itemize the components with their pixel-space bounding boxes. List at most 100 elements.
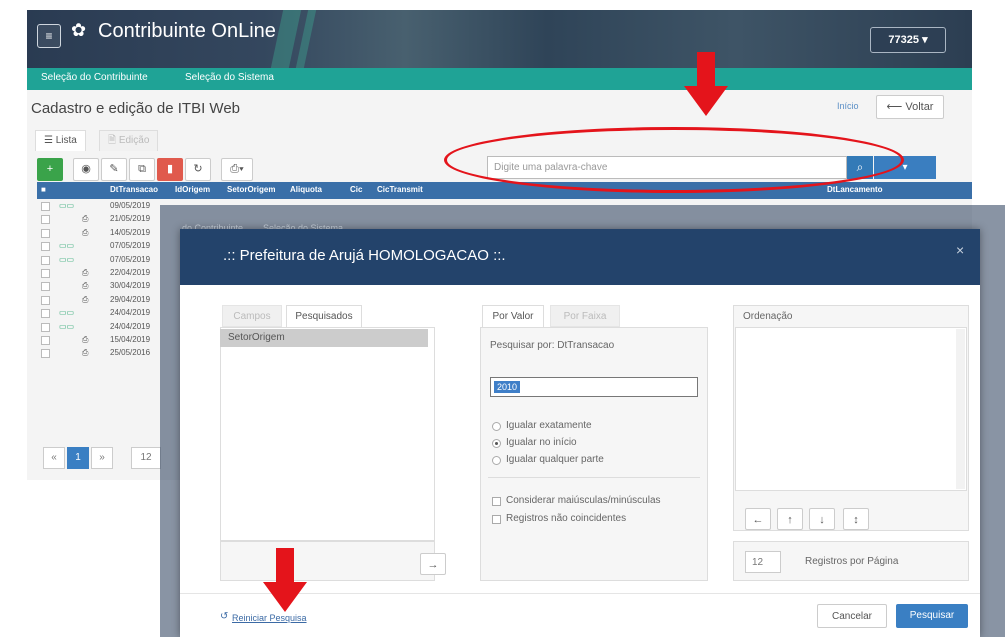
copy-button[interactable]: ⧉ xyxy=(129,158,155,181)
printer-icon[interactable]: ⎙ xyxy=(82,214,88,224)
col-dtlancamento[interactable]: DtLancamento xyxy=(827,185,883,194)
app-header: ≡ ✿ Contribuinte OnLine 77325 ▾ xyxy=(27,10,972,68)
tab-por-faixa[interactable]: Por Faixa xyxy=(550,305,620,327)
col-idorigem[interactable]: IdOrigem xyxy=(175,185,210,194)
page-size-input[interactable]: 12 xyxy=(131,447,161,469)
row-date: 21/05/2019 xyxy=(110,214,151,224)
print-button[interactable]: ⎙▾ xyxy=(221,158,253,181)
row-checkbox[interactable] xyxy=(41,295,50,305)
refresh-button[interactable]: ↻ xyxy=(185,158,211,181)
ordering-scrollbar[interactable] xyxy=(956,329,965,489)
searched-field-item[interactable]: SetorOrigem xyxy=(220,329,428,347)
printer-icon[interactable]: ⎙ xyxy=(82,348,88,358)
printer-icon[interactable]: ⎙ xyxy=(82,268,88,278)
pager-current[interactable]: 1 xyxy=(67,447,89,469)
radio-contains[interactable] xyxy=(492,456,501,465)
row-checkbox[interactable] xyxy=(41,349,50,359)
tab-pesquisados[interactable]: Pesquisados xyxy=(286,305,362,327)
edit-button[interactable]: ✎ xyxy=(101,158,127,181)
dialog-header: .:: Prefeitura de Arujá HOMOLOGACAO ::. … xyxy=(180,229,980,285)
delete-button[interactable]: ▮ xyxy=(157,158,183,181)
row-checkbox[interactable] xyxy=(41,309,50,319)
tab-por-valor[interactable]: Por Valor xyxy=(482,305,544,327)
close-icon[interactable]: × xyxy=(956,242,964,258)
non-matching-checkbox[interactable] xyxy=(492,515,501,524)
reset-search-link[interactable]: Reiniciar Pesquisa xyxy=(232,613,307,623)
printer-icon[interactable]: ⎙ xyxy=(82,335,88,345)
row-checkbox[interactable] xyxy=(41,228,50,238)
left-panel-footer xyxy=(220,541,435,581)
col-setororigem[interactable]: SetorOrigem xyxy=(227,185,275,194)
gear-icon: ✿ xyxy=(71,20,87,40)
back-arrow-icon: ⟵ xyxy=(886,101,903,113)
printer-icon[interactable]: ⎙ xyxy=(82,295,88,305)
row-checkbox[interactable] xyxy=(41,202,50,211)
document-icon[interactable]: ▭▭ xyxy=(59,322,74,331)
search-submit-button[interactable]: Pesquisar xyxy=(896,604,968,628)
row-checkbox[interactable] xyxy=(41,215,50,225)
annotation-arrow-down-icon xyxy=(263,548,307,612)
row-date: 09/05/2019 xyxy=(110,201,151,210)
order-up-button[interactable]: ↑ xyxy=(777,508,803,530)
move-right-button[interactable]: → xyxy=(420,553,446,575)
row-checkbox[interactable] xyxy=(41,282,50,292)
tab-campos[interactable]: Campos xyxy=(222,305,282,327)
ordering-list[interactable] xyxy=(735,327,967,491)
search-value-input[interactable]: 2010 xyxy=(490,377,698,397)
document-icon[interactable]: ▭▭ xyxy=(59,241,74,250)
tab-lista[interactable]: ☰ Lista xyxy=(35,130,86,151)
user-code: 77325 xyxy=(888,34,919,46)
col-aliquota[interactable]: Aliquota xyxy=(290,185,322,194)
tab-edicao[interactable]: 🗎 Edição xyxy=(99,130,159,151)
ordering-title: Ordenação xyxy=(743,311,793,322)
row-checkbox[interactable] xyxy=(41,322,50,332)
page-title: Cadastro e edição de ITBI Web xyxy=(31,100,241,117)
radio-contains-label: Igualar qualquer parte xyxy=(506,454,604,465)
printer-icon[interactable]: ⎙ xyxy=(82,228,88,238)
breadcrumb-home-link[interactable]: Início xyxy=(837,101,859,111)
back-button[interactable]: ⟵ Voltar xyxy=(876,95,944,119)
refresh-icon: ↻ xyxy=(193,163,203,175)
row-checkbox[interactable] xyxy=(41,255,50,265)
row-date: 30/04/2019 xyxy=(110,281,151,291)
arrow-head xyxy=(263,582,307,612)
plus-icon: + xyxy=(46,163,54,175)
tab-lista-label: Lista xyxy=(55,135,77,146)
document-icon[interactable]: ▭▭ xyxy=(59,308,74,317)
pager-prev[interactable]: « xyxy=(43,447,65,469)
document-icon[interactable]: ▭▭ xyxy=(59,201,74,210)
order-down-button[interactable]: ↓ xyxy=(809,508,835,530)
menu-icon[interactable]: ≡ xyxy=(37,24,61,48)
radio-exact[interactable] xyxy=(492,422,501,431)
row-checkbox[interactable] xyxy=(41,242,50,252)
select-all-checkbox[interactable]: ■ xyxy=(41,185,46,194)
edit-doc-icon: 🗎 xyxy=(108,135,117,146)
records-per-page-input[interactable]: 12 xyxy=(745,551,781,573)
case-sensitive-checkbox[interactable] xyxy=(492,497,501,506)
chevron-down-icon: ▾ xyxy=(902,162,908,173)
radio-starts-with[interactable] xyxy=(492,439,501,448)
arrow-up-icon: ↑ xyxy=(787,514,793,526)
copy-icon: ⧉ xyxy=(138,163,146,175)
view-button[interactable]: ◉ xyxy=(73,158,99,181)
divider xyxy=(488,477,700,478)
order-left-button[interactable]: ← xyxy=(745,508,771,530)
printer-icon[interactable]: ⎙ xyxy=(82,281,88,291)
order-sort-button[interactable]: ↕ xyxy=(843,508,869,530)
search-by-label: Pesquisar por: DtTransacao xyxy=(490,340,615,351)
row-checkbox[interactable] xyxy=(41,336,50,345)
chevron-down-icon: ▾ xyxy=(922,34,928,46)
document-icon[interactable]: ▭▭ xyxy=(59,255,74,264)
search-value-text: 2010 xyxy=(494,381,521,393)
searched-fields-list xyxy=(220,327,435,541)
add-button[interactable]: + xyxy=(37,158,63,181)
col-cic[interactable]: Cic xyxy=(350,185,362,194)
cancel-button[interactable]: Cancelar xyxy=(817,604,887,628)
user-menu-button[interactable]: 77325 ▾ xyxy=(870,27,946,53)
nav-item-sistema[interactable]: Seleção do Sistema xyxy=(185,72,274,83)
pager-next[interactable]: » xyxy=(91,447,113,469)
row-checkbox[interactable] xyxy=(41,269,50,278)
nav-item-contribuinte[interactable]: Seleção do Contribuinte xyxy=(41,72,148,83)
col-cictransmit[interactable]: CicTransmit xyxy=(377,185,423,194)
col-dttransacao[interactable]: DtTransacao xyxy=(110,185,158,194)
